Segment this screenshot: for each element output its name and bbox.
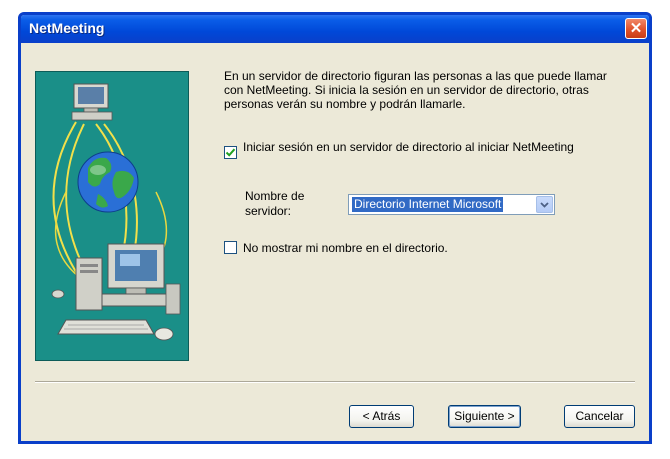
computer-icon bbox=[71, 83, 113, 121]
server-label-line1: Nombre de bbox=[245, 189, 305, 203]
netmeeting-dialog: NetMeeting ✕ En un servidor de directori… bbox=[18, 12, 652, 444]
separator bbox=[35, 381, 635, 383]
server-select-value[interactable]: Directorio Internet Microsoft bbox=[352, 197, 504, 212]
hide-name-checkbox-label[interactable]: No mostrar mi nombre en el directorio. bbox=[243, 241, 563, 255]
next-button[interactable]: Siguiente > bbox=[448, 405, 521, 428]
network-illustration bbox=[51, 83, 181, 341]
login-checkbox-label[interactable]: Iniciar sesión en un servidor de directo… bbox=[243, 140, 603, 154]
workstation-icon bbox=[51, 243, 181, 341]
title-bar[interactable]: NetMeeting ✕ bbox=[21, 15, 649, 43]
intro-text: En un servidor de directorio figuran las… bbox=[224, 69, 607, 111]
close-icon[interactable]: ✕ bbox=[630, 21, 643, 36]
wizard-illustration bbox=[35, 71, 189, 361]
dropdown-arrow-button[interactable] bbox=[536, 196, 553, 213]
server-label-line2: servidor: bbox=[245, 204, 292, 218]
close-button[interactable]: ✕ bbox=[625, 18, 647, 39]
login-checkbox[interactable] bbox=[224, 146, 237, 159]
globe-icon bbox=[77, 151, 139, 213]
check-icon bbox=[225, 148, 236, 157]
window-title: NetMeeting bbox=[29, 20, 105, 36]
back-button[interactable]: < Atrás bbox=[349, 405, 414, 428]
server-name-label: Nombre de servidor: bbox=[245, 189, 355, 219]
server-select[interactable]: Directorio Internet Microsoft bbox=[348, 194, 555, 215]
dropdown-arrow-icon bbox=[540, 201, 549, 208]
cancel-button[interactable]: Cancelar bbox=[564, 405, 635, 428]
hide-name-checkbox[interactable] bbox=[224, 241, 237, 254]
